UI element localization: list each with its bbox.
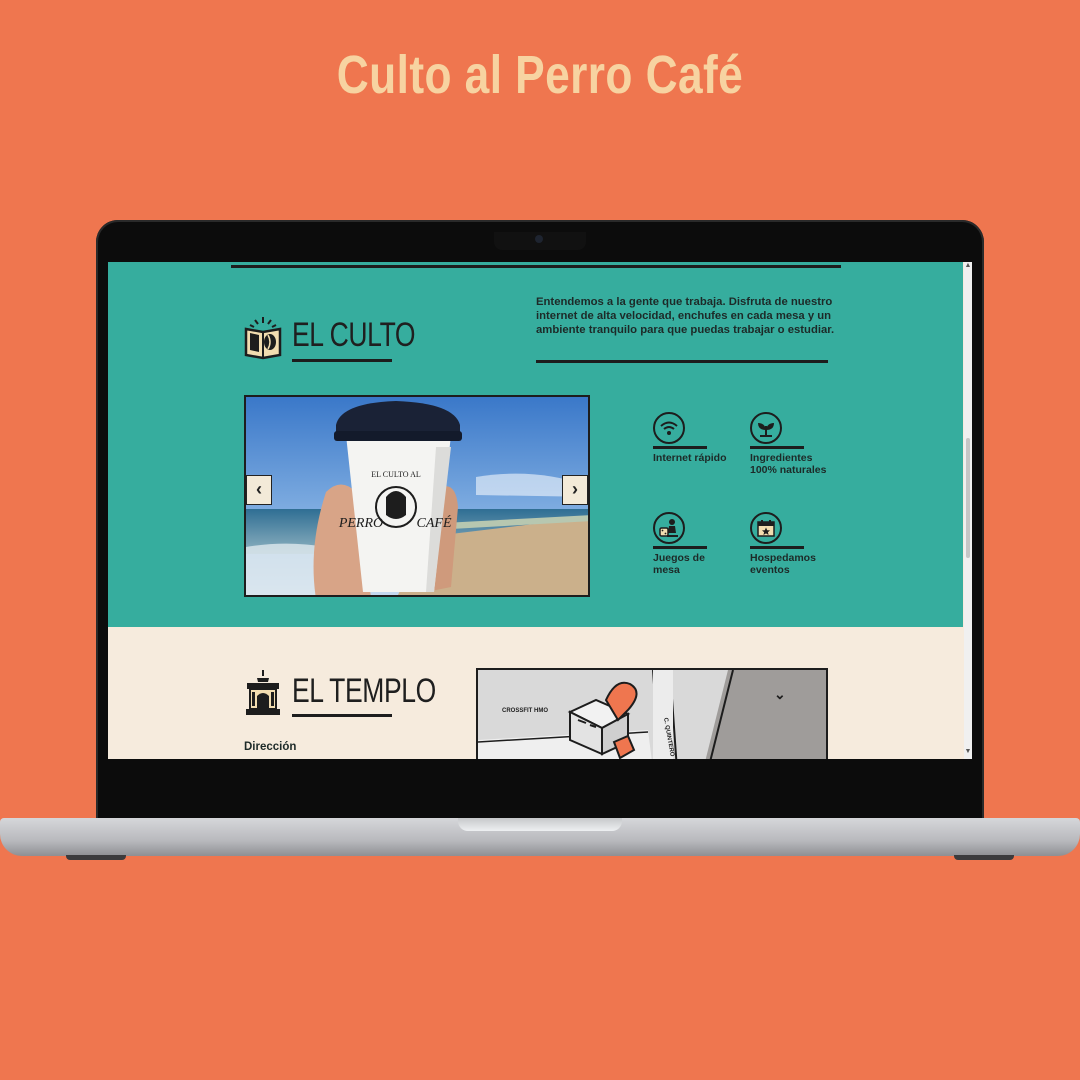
carousel-photo: EL CULTO AL PERRO CAFÉ [246, 397, 588, 595]
wifi-icon [653, 412, 685, 444]
feature-ingredients: Ingredientes 100% naturales [750, 412, 830, 476]
scroll-down-arrow[interactable]: ▼ [964, 748, 972, 755]
board-game-icon [653, 512, 685, 544]
feature-label: Hospedamos eventos [750, 552, 816, 576]
location-map[interactable]: CROSSFIT HMO C. QUINTERO ⌄ [476, 668, 828, 759]
title-underline [292, 359, 392, 362]
section-title: EL CULTO [292, 316, 416, 354]
section-el-culto: EL CULTO Entendemos a la gente que traba… [108, 262, 963, 627]
section-title: EL TEMPLO [292, 672, 436, 710]
camera-icon [535, 235, 543, 243]
leaves-icon [750, 412, 782, 444]
book-coffee-icon [244, 317, 282, 360]
feature-internet: Internet rápido [653, 412, 733, 464]
scroll-up-arrow[interactable]: ▲ [964, 262, 972, 269]
title-underline [292, 714, 392, 717]
feature-label: Juegos de mesa [653, 552, 705, 576]
temple-icon [246, 670, 280, 715]
scrollbar-thumb[interactable] [966, 438, 970, 558]
cup-logo-text-left: PERRO [338, 516, 383, 531]
browser-viewport: EL CULTO Entendemos a la gente que traba… [108, 262, 972, 759]
carousel-next-button[interactable]: › [562, 475, 588, 505]
address-label: Dirección [244, 741, 297, 753]
cup-logo-text-top: EL CULTO AL [371, 470, 421, 479]
divider [231, 265, 841, 268]
map-label-gym: CROSSFIT HMO [502, 708, 548, 714]
page-headline: Culto al Perro Café [336, 45, 744, 105]
laptop-foot [954, 855, 1014, 860]
section-intro: Entendemos a la gente que trabaja. Disfr… [536, 296, 835, 336]
feature-board-games: Juegos de mesa [653, 512, 733, 576]
calendar-star-icon [750, 512, 782, 544]
divider [536, 360, 828, 363]
feature-events: Hospedamos eventos [750, 512, 830, 576]
laptop-foot [66, 855, 126, 860]
carousel-prev-button[interactable]: ‹ [246, 475, 272, 505]
trackpad-notch [458, 818, 622, 831]
feature-label: Ingredientes 100% naturales [750, 452, 827, 476]
image-carousel[interactable]: EL CULTO AL PERRO CAFÉ ‹ › [244, 395, 590, 597]
map-illustration: CROSSFIT HMO C. QUINTERO [478, 670, 826, 759]
cup-logo-text-right: CAFÉ [417, 514, 452, 531]
feature-label: Internet rápido [653, 452, 727, 464]
map-expand-toggle[interactable]: ⌄ [774, 686, 786, 703]
